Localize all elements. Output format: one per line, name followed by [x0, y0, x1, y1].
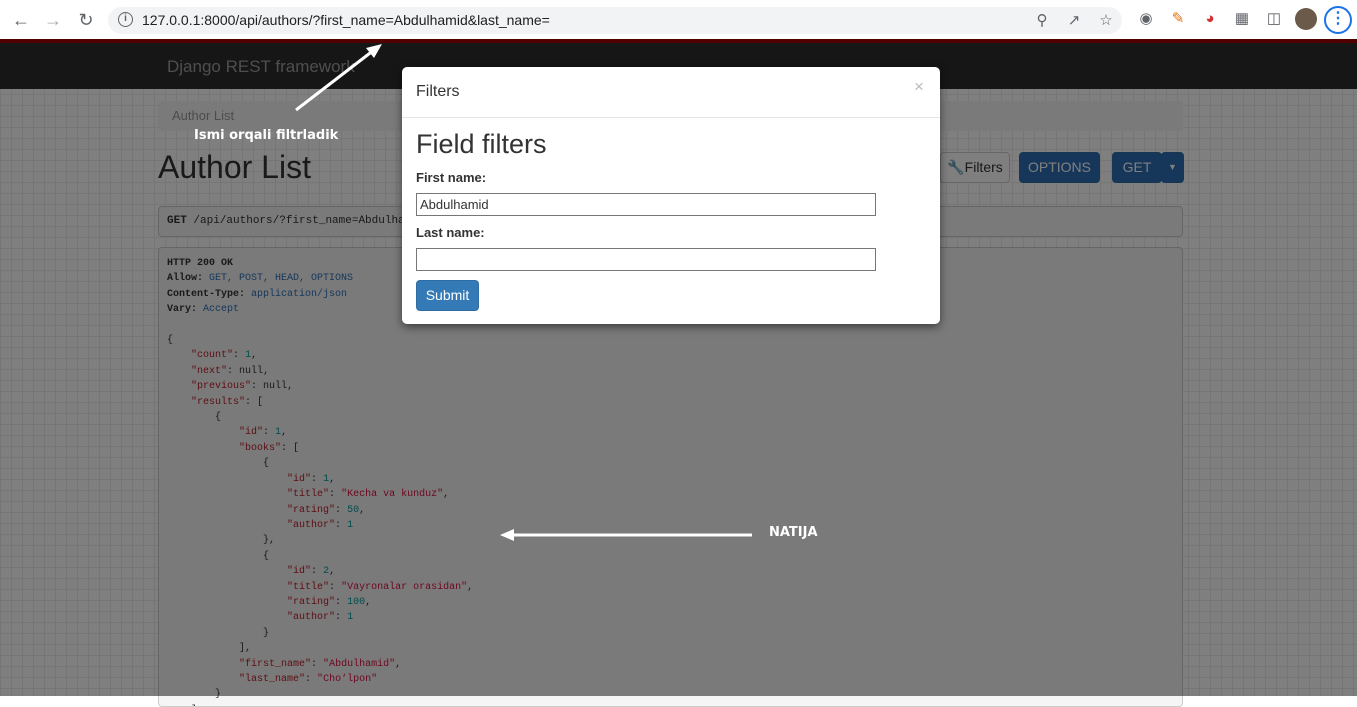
address-bar[interactable]: i 127.0.0.1:8000/api/authors/?first_name…	[108, 7, 1122, 34]
browser-menu-icon[interactable]: ⋮	[1324, 6, 1352, 34]
profile-avatar[interactable]	[1295, 8, 1317, 30]
filters-modal: Filters × Field filters First name: Last…	[402, 67, 940, 324]
annotation-top-label: Ismi orqali filtrladik	[194, 128, 339, 143]
extension-color-picker-icon[interactable]: ✎	[1168, 9, 1188, 29]
submit-button[interactable]: Submit	[416, 280, 479, 311]
first-name-input[interactable]	[416, 193, 876, 216]
annotation-result-label: NATIJA	[769, 525, 818, 540]
back-icon[interactable]: ←	[9, 8, 33, 32]
modal-title: Filters	[416, 83, 460, 100]
zoom-icon[interactable]: ⚲	[1032, 11, 1052, 31]
extension-globe-icon[interactable]: ◉	[1136, 9, 1156, 29]
side-panel-icon[interactable]: ◫	[1264, 9, 1284, 29]
field-filters-heading: Field filters	[416, 129, 547, 159]
modal-header: Filters ×	[402, 67, 940, 118]
browser-chrome: ← → ↻ i 127.0.0.1:8000/api/authors/?firs…	[0, 0, 1357, 39]
forward-icon[interactable]: →	[41, 8, 65, 32]
last-name-label: Last name:	[416, 225, 485, 240]
reload-icon[interactable]: ↻	[74, 8, 98, 32]
site-info-icon[interactable]: i	[118, 12, 133, 27]
extension-pokeball-icon[interactable]: ◕	[1200, 9, 1220, 29]
url-text[interactable]: 127.0.0.1:8000/api/authors/?first_name=A…	[142, 12, 550, 28]
bookmark-star-icon[interactable]: ☆	[1096, 11, 1116, 31]
last-name-input[interactable]	[416, 248, 876, 271]
first-name-label: First name:	[416, 170, 487, 185]
extensions-puzzle-icon[interactable]: ▦	[1232, 9, 1252, 29]
close-icon[interactable]: ×	[914, 77, 924, 97]
share-icon[interactable]: ↗	[1064, 11, 1084, 31]
